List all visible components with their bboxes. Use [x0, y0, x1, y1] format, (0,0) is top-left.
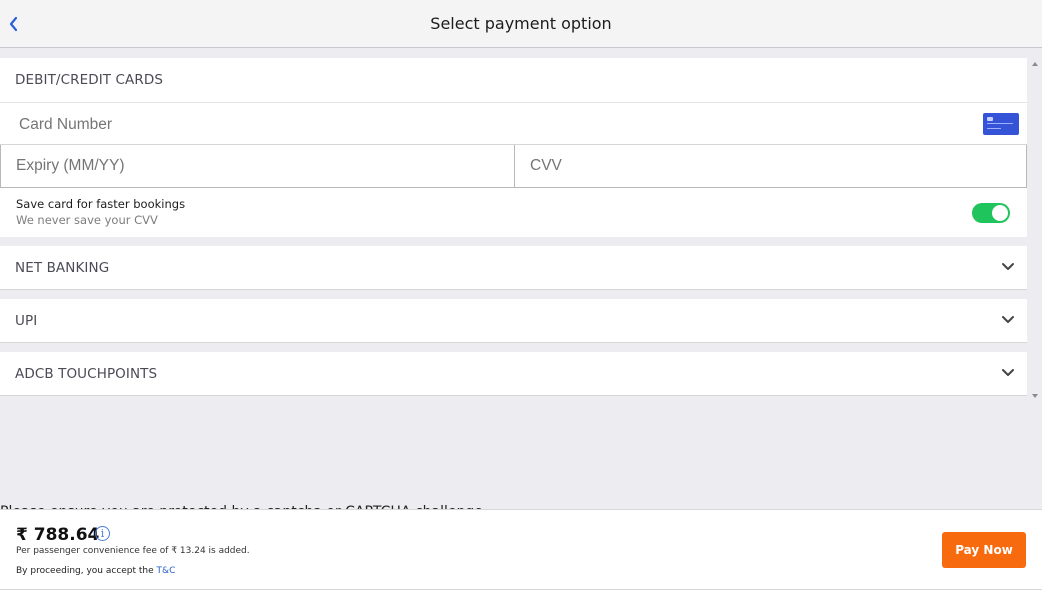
terms-text: By proceeding, you accept the T&C [16, 566, 175, 576]
scroll-down-icon[interactable] [1032, 394, 1038, 398]
net-banking-section[interactable]: NET BANKING [0, 246, 1027, 290]
toggle-knob [992, 205, 1008, 221]
upi-section[interactable]: UPI [0, 299, 1027, 343]
page-title: Select payment option [430, 14, 612, 33]
convenience-fee-text: Per passenger convenience fee of ₹ 13.24… [16, 546, 250, 556]
pay-now-button[interactable]: Pay Now [942, 532, 1026, 568]
cvv-input[interactable] [530, 157, 990, 175]
cards-section-title: DEBIT/CREDIT CARDS [15, 72, 164, 88]
expiry-cvv-row [0, 145, 1027, 188]
save-card-label: Save card for faster bookings [16, 197, 186, 211]
scroll-up-icon[interactable] [1032, 62, 1038, 66]
scrollbar[interactable] [1028, 58, 1042, 400]
card-number-input[interactable] [19, 116, 919, 134]
header-bar: Select payment option [0, 0, 1042, 48]
captcha-notice-text: Please ensure you are protected by a cap… [0, 500, 1042, 509]
save-card-subtext: We never save your CVV [16, 213, 158, 227]
terms-link[interactable]: T&C [157, 566, 176, 576]
total-price: ₹ 788.64 [16, 525, 100, 545]
credit-card-icon [983, 113, 1019, 135]
card-number-row [0, 102, 1027, 145]
save-card-toggle[interactable] [972, 203, 1010, 223]
debit-credit-cards-section: DEBIT/CREDIT CARDS Save card for faster … [0, 58, 1027, 237]
chevron-down-icon [1002, 316, 1014, 323]
terms-prefix: By proceeding, you accept the [16, 566, 157, 576]
payment-footer: ₹ 788.64 i Per passenger convenience fee… [0, 509, 1042, 590]
expiry-field-box [0, 145, 515, 188]
chevron-down-icon [1002, 369, 1014, 376]
upi-title: UPI [15, 313, 38, 329]
adcb-touchpoints-section[interactable]: ADCB TOUCHPOINTS [0, 352, 1027, 396]
adcb-touchpoints-title: ADCB TOUCHPOINTS [15, 366, 158, 382]
info-icon[interactable]: i [95, 526, 110, 541]
net-banking-title: NET BANKING [15, 260, 110, 276]
cvv-field-box [514, 145, 1027, 188]
chevron-down-icon [1002, 263, 1014, 270]
expiry-input[interactable] [16, 157, 476, 175]
